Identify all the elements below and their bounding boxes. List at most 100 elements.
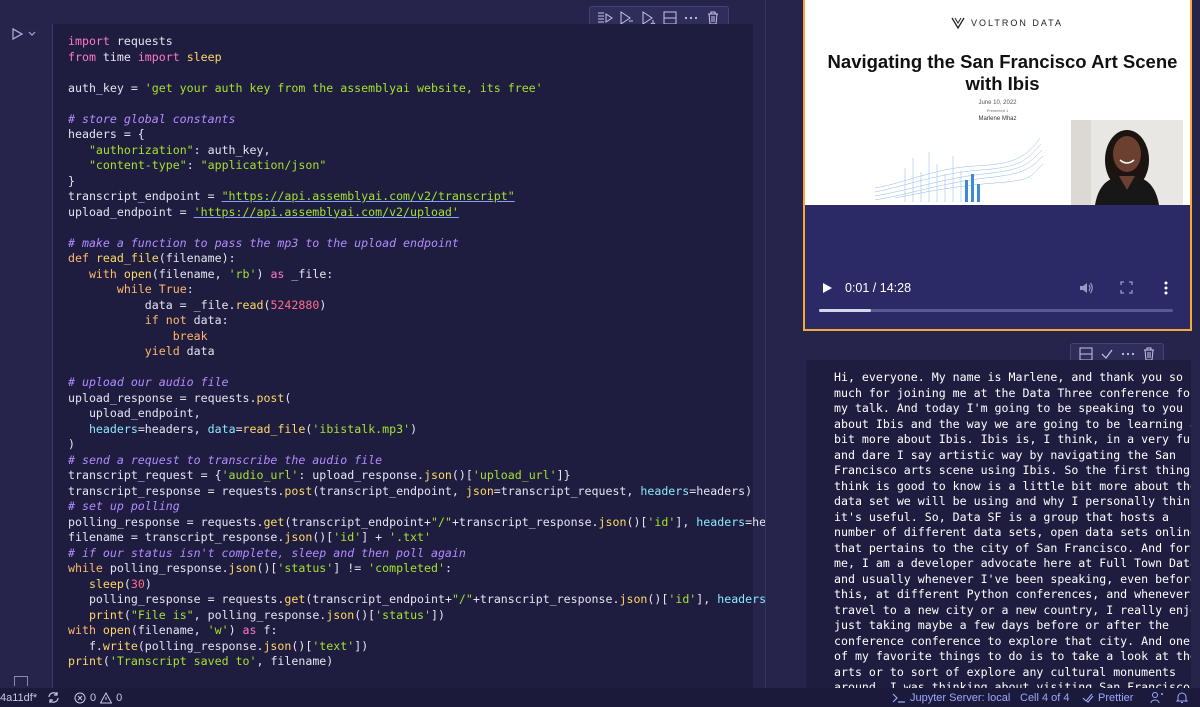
code-line: upload_response = requests.post( — [68, 390, 292, 405]
jupyter-server-status[interactable]: Jupyter Server: local — [892, 688, 1010, 707]
code-line: transcript_endpoint = "https://api.assem… — [68, 189, 515, 203]
code-line: f.write(polling_response.json()['text']) — [68, 638, 369, 653]
code-line: transcript_request = {'audio_url': uploa… — [68, 468, 571, 482]
transcript-line: much for joining me at the Data Three co… — [834, 385, 1191, 400]
code-line: headers=headers, data=read_file('ibistal… — [88, 421, 418, 436]
code-line: ) — [68, 437, 75, 451]
slide-title: Navigating the San Francisco Art Scene w… — [827, 51, 1178, 94]
code-line: "content-type": "application/json" — [88, 158, 327, 172]
notifications-icon[interactable] — [1176, 688, 1188, 707]
branch-status[interactable]: 4a11df* — [0, 688, 37, 707]
prettier-label: Prettier — [1098, 691, 1134, 704]
video-progress-bar[interactable] — [819, 309, 1173, 312]
cell-position[interactable]: Cell 4 of 4 — [1020, 688, 1070, 707]
code-line: sleep(30) — [88, 576, 152, 591]
warning-icon — [100, 691, 113, 703]
chevron-down-icon[interactable] — [27, 28, 37, 38]
video-player[interactable]: VOLTRON DATA Navigating the San Francisc… — [803, 0, 1192, 331]
split-cell-icon[interactable] — [1079, 347, 1093, 361]
volume-icon[interactable] — [1078, 280, 1094, 296]
transcript-line: around. I was thinking about visiting Sa… — [834, 680, 1190, 688]
transcript-line: arts or to sort of explore any cultural … — [834, 664, 1177, 679]
code-line: while polling_response.json()['status'] … — [68, 561, 452, 575]
code-line: # make a function to pass the mp3 to the… — [68, 235, 459, 250]
trash-icon[interactable] — [1142, 347, 1156, 361]
code-cell[interactable]: import requests from time import sleep au… — [52, 24, 829, 688]
transcript-line: about Ibis and the way we are going to b… — [834, 416, 1191, 431]
code-line: "authorization": auth_key, — [88, 142, 271, 157]
transcript-line: and dare I say artistic way by navigatin… — [834, 447, 1177, 462]
transcript-line: this, at different Python conferences, a… — [834, 587, 1191, 601]
presenter-image — [1071, 120, 1183, 205]
transcript-line: and usually whenever I've been speaking,… — [834, 571, 1191, 586]
more-vertical-icon[interactable] — [1163, 280, 1169, 296]
code-line: from time import sleep — [68, 49, 222, 64]
transcript-line: that pertains to the city of San Francis… — [834, 540, 1190, 555]
code-line: upload_endpoint = 'https://api.assemblya… — [68, 204, 459, 219]
transcript-line: travel to a new city or a new country, I… — [834, 602, 1191, 617]
video-frame: VOLTRON DATA Navigating the San Francisc… — [805, 0, 1190, 205]
code-line: def read_file(filename): — [68, 251, 236, 265]
cell-gutter — [0, 24, 52, 64]
slide-presented: Presented 1 — [986, 108, 1009, 113]
transcript-line: just taking maybe a few days before or a… — [834, 618, 1170, 632]
code-line: headers = { — [68, 127, 145, 141]
code-line: } — [68, 173, 75, 188]
transcript-line: number of different data sets, open data… — [834, 525, 1191, 539]
code-editor[interactable]: import requests from time import sleep au… — [68, 34, 829, 670]
double-check-icon — [1082, 693, 1094, 703]
code-line: # if our status isn't complete, sleep an… — [68, 545, 466, 560]
slide-date: June 10, 2022 — [978, 100, 1017, 106]
error-count: 0 — [90, 691, 97, 704]
transcript-text: Hi, everyone. My name is Marlene, and th… — [834, 370, 1191, 688]
code-line: with open(filename, 'rb') as _file: — [88, 266, 334, 281]
video-controls: 0:01 / 14:28 — [805, 205, 1190, 329]
code-line: with open(filename, 'w') as f: — [68, 623, 278, 637]
code-line: # upload our audio file — [68, 375, 229, 389]
video-time: 0:01 / 14:28 — [845, 281, 912, 295]
prettier-status[interactable]: Prettier — [1082, 688, 1133, 707]
code-line: if not data: — [144, 313, 229, 327]
code-line: # send a request to transcribe the audio… — [68, 452, 383, 467]
problems-status[interactable]: 0 0 — [74, 688, 122, 707]
sync-icon[interactable] — [47, 688, 60, 707]
code-line: # store global constants — [68, 111, 236, 126]
status-bar: 4a11df* 0 0 Jupyter Server: local Cell 4… — [0, 688, 1200, 707]
jupyter-server-label: Jupyter Server: local — [910, 691, 1011, 704]
check-icon[interactable] — [1100, 347, 1114, 361]
fullscreen-icon[interactable] — [1120, 281, 1133, 294]
transcript-line: think is good to know is a little bit mo… — [834, 478, 1191, 493]
cell-bracket — [14, 676, 28, 686]
transcript-line: my talk. And today I'm going to be speak… — [834, 401, 1184, 415]
code-line: print("File is", polling_response.json()… — [88, 607, 445, 622]
code-line: filename = transcript_response.json()['i… — [68, 530, 431, 544]
code-line: auth_key = 'get your auth key from the a… — [68, 80, 543, 95]
play-icon[interactable] — [821, 282, 833, 294]
notebook-editor: import requests from time import sleep au… — [0, 0, 829, 688]
feedback-icon[interactable] — [1150, 688, 1164, 707]
branch-label: 4a11df* — [0, 691, 38, 704]
slide-logo: VOLTRON DATA — [951, 17, 1063, 29]
transcript-line: Hi, everyone. My name is Marlene, and th… — [834, 370, 1184, 384]
more-icon[interactable] — [1121, 347, 1135, 361]
run-cell-icon[interactable] — [10, 27, 24, 41]
code-line: upload_endpoint, — [68, 406, 201, 420]
code-line: transcript_response = requests.post(tran… — [68, 483, 753, 498]
warning-count: 0 — [116, 691, 123, 704]
video-progress-fill — [819, 309, 871, 312]
code-line: polling_response = requests.get(transcri… — [68, 592, 829, 606]
markdown-cell[interactable]: Hi, everyone. My name is Marlene, and th… — [806, 360, 1191, 688]
transcript-line: it's useful. So, Data SF is a group that… — [834, 509, 1170, 524]
transcript-line: me, I am a developer advocate here at Fu… — [834, 556, 1191, 570]
code-line: yield data — [144, 344, 215, 358]
transcript-line: Francisco arts scene using Ibis. So the … — [834, 463, 1191, 477]
code-line: polling_response = requests.get(transcri… — [68, 514, 808, 529]
error-icon — [74, 692, 86, 703]
voltron-logo-icon — [951, 17, 965, 29]
transcript-line: conference conference to explore that ci… — [834, 633, 1190, 648]
transcript-line: bit more about Ibis. Ibis is, I think, i… — [834, 432, 1191, 446]
slide-logo-text: VOLTRON DATA — [971, 18, 1064, 28]
